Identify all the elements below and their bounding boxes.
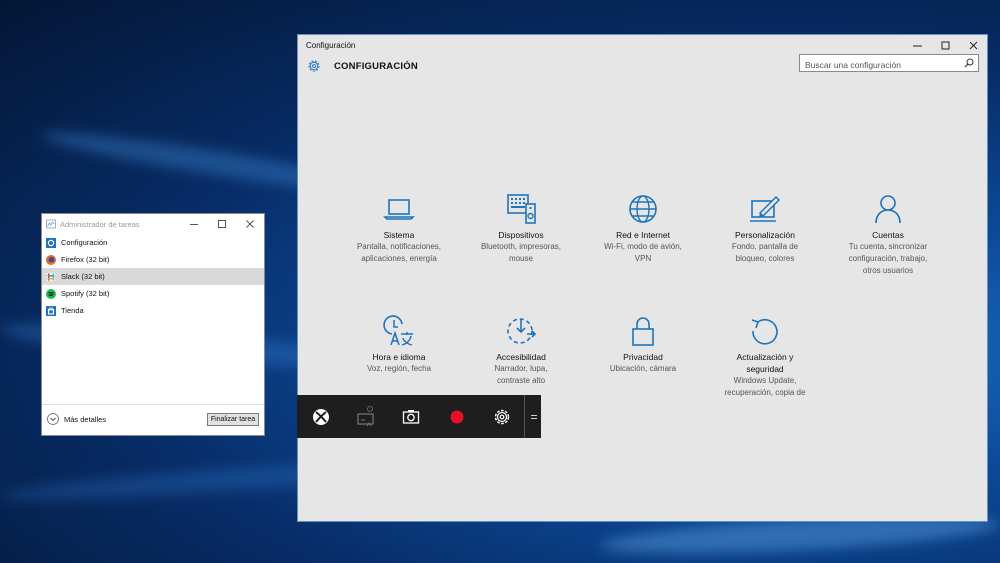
- process-row[interactable]: Spotify (32 bit): [42, 285, 264, 302]
- screenshot-window-icon: [357, 406, 374, 427]
- update-icon: [751, 319, 778, 345]
- more-details-label: Más detalles: [64, 414, 107, 424]
- tile-privacidad[interactable]: Privacidad Ubicación, cámara: [583, 314, 703, 375]
- process-name: Tienda: [61, 306, 84, 315]
- person-icon: [875, 195, 901, 224]
- tile-title: Red e Internet: [616, 230, 670, 240]
- tile-desc: Wi-Fi, modo de avión,: [604, 242, 682, 251]
- grip-icon: [531, 414, 537, 419]
- gear-icon: [494, 409, 510, 425]
- store-icon: [46, 305, 56, 316]
- task-manager-titlebar: Administrador de tareas: [42, 214, 264, 234]
- tile-title: Hora e idioma: [372, 352, 426, 362]
- gamebar-divider: [524, 395, 525, 438]
- process-list: Configuración Firefox (32 bit) Slack (32…: [42, 234, 264, 319]
- chevron-down-icon: [47, 413, 59, 425]
- tile-red-internet[interactable]: Red e Internet Wi-Fi, modo de avión, VPN: [583, 192, 703, 265]
- settings-header: CONFIGURACIÓN: [298, 54, 987, 85]
- game-bar: [297, 395, 541, 438]
- tile-dispositivos[interactable]: Dispositivos Bluetooth, impresoras, mous…: [461, 192, 581, 265]
- spotify-icon: [46, 288, 56, 299]
- settings-window-title: Configuración: [306, 41, 356, 50]
- devices-icon: [507, 194, 536, 224]
- tm-close-button[interactable]: [238, 217, 262, 231]
- lock-icon: [632, 317, 654, 346]
- tile-hora-idioma[interactable]: Hora e idioma Voz, región, fecha: [339, 314, 459, 375]
- tile-personalizacion[interactable]: Personalización Fondo, pantalla de bloqu…: [705, 192, 825, 265]
- tile-title: Actualización y: [736, 352, 794, 362]
- more-details-link[interactable]: Más detalles: [47, 413, 106, 425]
- tile-title: Sistema: [383, 230, 415, 240]
- firefox-icon: [46, 254, 56, 265]
- end-task-button[interactable]: Finalizar tarea: [207, 413, 259, 426]
- tile-desc: otros usuarios: [862, 266, 914, 275]
- close-button[interactable]: [959, 37, 987, 54]
- tile-desc: Tu cuenta, sincronizar: [848, 242, 928, 251]
- record-button[interactable]: [444, 404, 470, 430]
- task-manager-title: Administrador de tareas: [60, 220, 140, 229]
- tile-cuentas[interactable]: Cuentas Tu cuenta, sincronizar configura…: [828, 192, 948, 277]
- tm-maximize-button[interactable]: [210, 217, 234, 231]
- process-name: Configuración: [61, 238, 108, 247]
- tile-desc: configuración, trabajo,: [848, 254, 928, 263]
- process-name: Slack (32 bit): [61, 272, 105, 281]
- tile-desc: aplicaciones, energía: [361, 254, 437, 263]
- tile-desc: Ubicación, cámara: [609, 364, 677, 373]
- tile-accesibilidad[interactable]: Accesibilidad Narrador, lupa, contraste …: [461, 314, 581, 387]
- process-row-selected[interactable]: Slack (32 bit): [42, 268, 264, 285]
- tile-title: Personalización: [734, 230, 795, 240]
- settings-gear-icon: [308, 60, 320, 72]
- task-manager-footer: Más detalles Finalizar tarea: [42, 404, 264, 435]
- camera-icon: [402, 410, 420, 424]
- globe-icon: [629, 195, 657, 223]
- tile-desc: Bluetooth, impresoras,: [480, 242, 562, 251]
- tm-minimize-button[interactable]: [182, 217, 206, 231]
- search-input[interactable]: [805, 57, 955, 73]
- tile-title: Dispositivos: [498, 230, 544, 240]
- page-title: CONFIGURACIÓN: [334, 61, 418, 72]
- tile-desc: mouse: [508, 254, 533, 263]
- tile-actualizacion[interactable]: Actualización y seguridad Windows Update…: [705, 314, 825, 399]
- tile-desc: Voz, región, fecha: [366, 364, 432, 373]
- tile-desc: contraste alto: [496, 376, 546, 385]
- tile-desc: Fondo, pantalla de: [731, 242, 799, 251]
- search-icon[interactable]: [964, 58, 974, 68]
- settings-titlebar: Configuración: [298, 35, 987, 55]
- time-language-icon: [383, 315, 413, 346]
- process-row[interactable]: Firefox (32 bit): [42, 251, 264, 268]
- tile-title: Privacidad: [623, 352, 663, 362]
- tile-desc: recuperación, copia de: [724, 388, 806, 397]
- record-icon: [450, 410, 464, 424]
- task-manager-window: Administrador de tareas Configuración Fi…: [41, 213, 265, 436]
- tile-title: Cuentas: [872, 230, 904, 240]
- tile-desc: Windows Update,: [733, 376, 797, 385]
- process-name: Spotify (32 bit): [61, 289, 110, 298]
- tile-desc: bloqueo, colores: [735, 254, 795, 263]
- minimize-button[interactable]: [903, 37, 931, 54]
- laptop-icon: [383, 199, 415, 220]
- tile-desc: Narrador, lupa,: [494, 364, 548, 373]
- xbox-icon: [313, 409, 329, 425]
- tile-title-line2: seguridad: [746, 364, 784, 374]
- paint-icon: [750, 195, 781, 222]
- slack-icon: [46, 271, 56, 282]
- gamebar-drag-handle[interactable]: [527, 395, 541, 438]
- screenshot-window-button[interactable]: [353, 404, 379, 430]
- search-box[interactable]: [799, 54, 979, 73]
- process-row[interactable]: Tienda: [42, 302, 264, 319]
- settings-window: Configuración CONFIGURACIÓN Buscar una c…: [297, 34, 988, 522]
- process-name: Firefox (32 bit): [61, 255, 110, 264]
- tile-desc: Pantalla, notificaciones,: [356, 242, 442, 251]
- accessibility-icon: [507, 318, 537, 344]
- maximize-button[interactable]: [931, 37, 959, 54]
- task-manager-icon: [46, 219, 56, 229]
- camera-button[interactable]: [398, 404, 424, 430]
- xbox-button[interactable]: [308, 404, 334, 430]
- tile-title: Accesibilidad: [496, 352, 546, 362]
- gamebar-settings-button[interactable]: [489, 404, 515, 430]
- tile-desc: VPN: [634, 254, 652, 263]
- process-row[interactable]: Configuración: [42, 234, 264, 251]
- settings-app-icon: [46, 237, 56, 248]
- tile-sistema[interactable]: Sistema Pantalla, notificaciones, aplica…: [339, 192, 459, 265]
